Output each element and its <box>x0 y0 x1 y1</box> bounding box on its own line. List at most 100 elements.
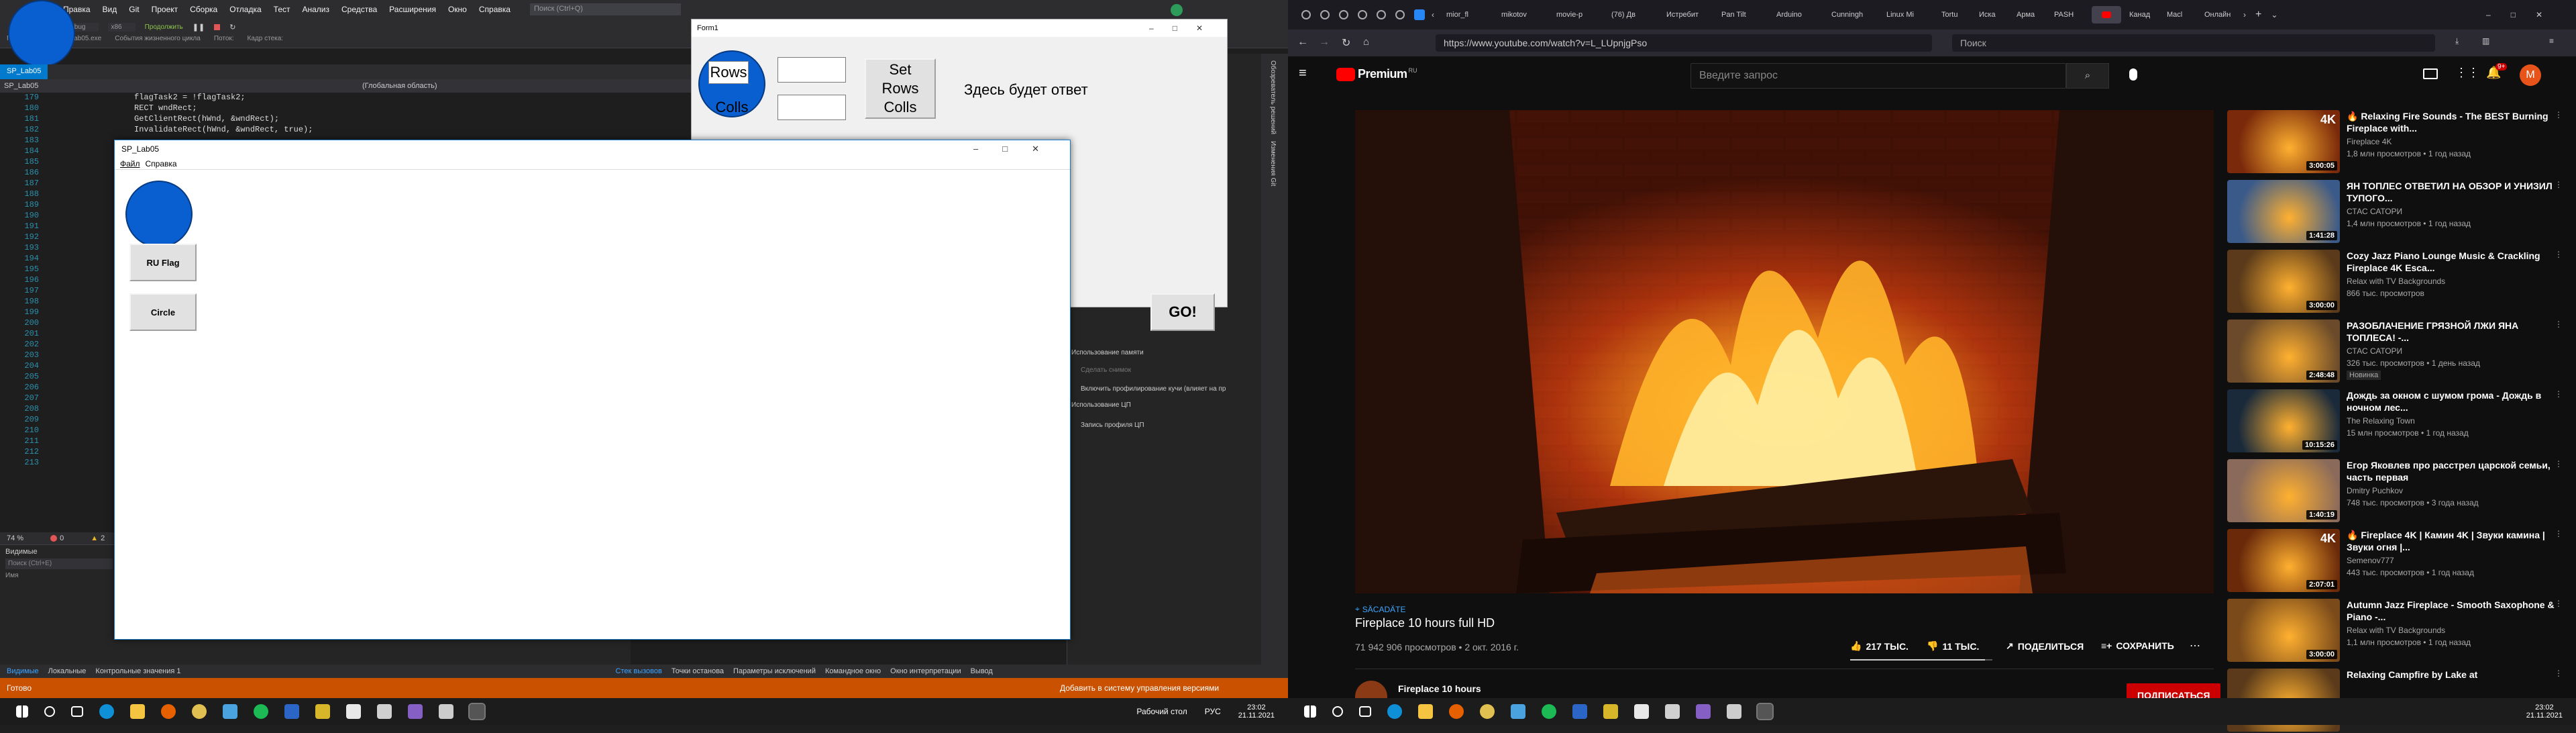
home-icon[interactable]: ⌂ <box>1363 36 1369 48</box>
menu-item-tools[interactable]: Средства <box>341 5 377 14</box>
browser-tab[interactable]: Cunningh <box>1831 6 1878 23</box>
video-thumbnail[interactable]: 4K 3:00:05 <box>2227 110 2340 173</box>
suggested-video-title[interactable]: 🔥 Relaxing Fire Sounds - The BEST Burnin… <box>2347 110 2561 134</box>
task-view-icon[interactable] <box>1359 706 1371 717</box>
visual-studio-icon[interactable] <box>1696 704 1711 719</box>
app-icon[interactable] <box>377 704 392 719</box>
zoom-level[interactable]: 74 % <box>7 534 23 542</box>
vk-icon[interactable] <box>1414 9 1425 20</box>
menu-icon[interactable]: ≡ <box>2549 36 2554 46</box>
app-icon[interactable] <box>1572 704 1587 719</box>
take-snapshot-button[interactable]: Сделать снимок <box>1081 366 1131 374</box>
browser-tab[interactable]: Linux Mi <box>1886 6 1933 23</box>
menu-item-git[interactable]: Git <box>129 5 139 14</box>
mic-icon[interactable] <box>2129 68 2137 81</box>
tab-immediate-window[interactable]: Окно интерпретации <box>890 667 961 675</box>
suggested-video-title[interactable]: РАЗОБЛАЧЕНИЕ ГРЯЗНОЙ ЛЖИ ЯНА ТОПЛЕСА! -.… <box>2347 320 2561 344</box>
menu-item-help[interactable]: Справка <box>479 5 511 14</box>
continue-button[interactable]: Продолжить <box>145 23 183 31</box>
heap-profiling-toggle[interactable]: Включить профилирование кучи (влияет на … <box>1081 385 1226 393</box>
window-controls-icon[interactable]: –□✕ <box>1149 23 1222 33</box>
browser-search-input[interactable]: Поиск <box>1952 34 2435 52</box>
app-menu-icon[interactable] <box>1339 10 1348 19</box>
live-share-icon[interactable] <box>1171 4 1183 16</box>
video-thumbnail[interactable]: 2:48:48 <box>2227 320 2340 383</box>
firefox-icon[interactable] <box>161 704 176 719</box>
create-video-icon[interactable] <box>2423 68 2438 79</box>
browser-tab[interactable]: Arduino <box>1776 6 1823 23</box>
browser-tab[interactable]: Канад <box>2129 6 2159 23</box>
tab-output[interactable]: Вывод <box>971 667 993 675</box>
warning-count[interactable]: 2 <box>101 534 105 542</box>
pause-icon[interactable]: ❚❚ <box>193 23 205 32</box>
dislike-button[interactable]: 👎 11 ТЫС. <box>1927 640 1979 652</box>
suggested-video-title[interactable]: Autumn Jazz Fireplace - Smooth Saxophone… <box>2347 599 2561 623</box>
app-icon[interactable] <box>1665 704 1680 719</box>
menu-item-test[interactable]: Тест <box>274 5 290 14</box>
video-thumbnail[interactable]: 4K 2:07:01 <box>2227 529 2340 592</box>
browser-tab[interactable]: Арма <box>2017 6 2046 23</box>
menu-item-analyze[interactable]: Анализ <box>302 5 329 14</box>
suggested-video-channel[interactable]: The Relaxing Town <box>2347 416 2415 426</box>
app-icon[interactable] <box>1634 704 1649 719</box>
rows-input[interactable] <box>777 57 846 83</box>
browser-tab[interactable]: (76) Дв <box>1611 6 1658 23</box>
suggested-video[interactable]: 1:41:28 ЯН ТОПЛЕС ОТВЕТИЛ НА ОБЗОР И УНИЗ… <box>2227 180 2563 244</box>
tab-sp-lab05[interactable]: SP_Lab05 <box>0 64 48 79</box>
calculator-icon[interactable] <box>468 703 486 720</box>
git-changes-tab[interactable]: Изменения Git <box>1269 141 1277 186</box>
ru-flag-button[interactable]: RU Flag <box>129 244 197 281</box>
app-icon[interactable] <box>284 704 299 719</box>
list-tabs-icon[interactable]: ⌄ <box>2271 10 2277 19</box>
save-button[interactable]: ≡+ СОХРАНИТЬ <box>2101 640 2174 651</box>
suggested-video[interactable]: 2:48:48 РАЗОБЛАЧЕНИЕ ГРЯЗНОЙ ЛЖИ ЯНА ТОПЛ… <box>2227 320 2563 384</box>
new-tab-icon[interactable]: + <box>2255 9 2261 21</box>
set-rows-colls-button[interactable]: Set Rows Colls <box>865 58 936 119</box>
app-icon[interactable] <box>223 704 237 719</box>
suggested-video-channel[interactable]: СТАС САТОРИ <box>2347 346 2402 356</box>
suggested-video-title[interactable]: Дождь за окном с шумом грома - Дождь в н… <box>2347 389 2561 413</box>
tab-command-window[interactable]: Командное окно <box>825 667 881 675</box>
suggested-video-channel[interactable]: Dmitry Puchkov <box>2347 486 2403 495</box>
restart-icon[interactable]: ↻ <box>229 23 235 32</box>
browser-tab[interactable]: Истребит <box>1666 6 1713 23</box>
video-thumbnail[interactable]: 1:41:28 <box>2227 180 2340 243</box>
menu-item-window[interactable]: Окно <box>448 5 467 14</box>
go-button[interactable]: GO! <box>1150 293 1215 331</box>
app-icon[interactable] <box>346 704 361 719</box>
menu-item-view[interactable]: Вид <box>103 5 117 14</box>
add-to-source-control-button[interactable]: Добавить в систему управления версиями <box>1060 683 1219 693</box>
menu-help[interactable]: Справка <box>146 159 177 168</box>
back-icon[interactable]: ← <box>1297 36 1308 48</box>
tab-breakpoints[interactable]: Точки останова <box>672 667 724 675</box>
more-options-icon[interactable]: ⋮ <box>2555 180 2563 189</box>
app-icon[interactable] <box>1727 704 1741 719</box>
menu-item-build[interactable]: Сборка <box>190 5 217 14</box>
youtube-logo[interactable]: Premium RU <box>1336 67 1417 81</box>
tab-scroll-left-icon[interactable]: ‹ <box>1432 10 1434 19</box>
browser-tab[interactable]: Pan Tilt <box>1721 6 1768 23</box>
desktop-toolbar-label[interactable]: Рабочий стол <box>1136 707 1187 716</box>
browser-tab[interactable]: movie-p <box>1556 6 1603 23</box>
edge-icon[interactable] <box>99 704 114 719</box>
app-icon[interactable] <box>315 704 330 719</box>
suggested-video-title[interactable]: Егор Яковлев про расстрел царской семьи,… <box>2347 459 2561 483</box>
hamburger-icon[interactable]: ≡ <box>1299 66 1307 81</box>
window-controls-icon[interactable]: –□✕ <box>973 144 1063 154</box>
more-options-icon[interactable]: ⋮ <box>2555 529 2563 538</box>
record-cpu-profile-button[interactable]: Запись профиля ЦП <box>1081 422 1144 429</box>
app-menu-icon[interactable] <box>1358 10 1367 19</box>
app-icon[interactable] <box>439 704 453 719</box>
search-icon[interactable] <box>44 706 55 717</box>
app-icon[interactable] <box>1603 704 1618 719</box>
browser-tab[interactable]: Macl <box>2167 6 2196 23</box>
browser-tab[interactable]: mior_fl <box>1446 6 1493 23</box>
visual-studio-icon[interactable] <box>408 704 423 719</box>
thread-label[interactable]: Поток: <box>214 35 234 42</box>
suggested-video[interactable]: 3:00:00 Cozy Jazz Piano Lounge Music & Cr… <box>2227 250 2563 314</box>
suggested-video-channel[interactable]: Fireplace 4K <box>2347 137 2392 146</box>
edge-icon[interactable] <box>1387 704 1402 719</box>
reload-icon[interactable]: ↻ <box>1342 36 1350 50</box>
channel-tag[interactable]: ⌖ SÄCADÄTE <box>1355 604 1405 614</box>
tab-visible[interactable]: Видимые <box>7 667 39 675</box>
